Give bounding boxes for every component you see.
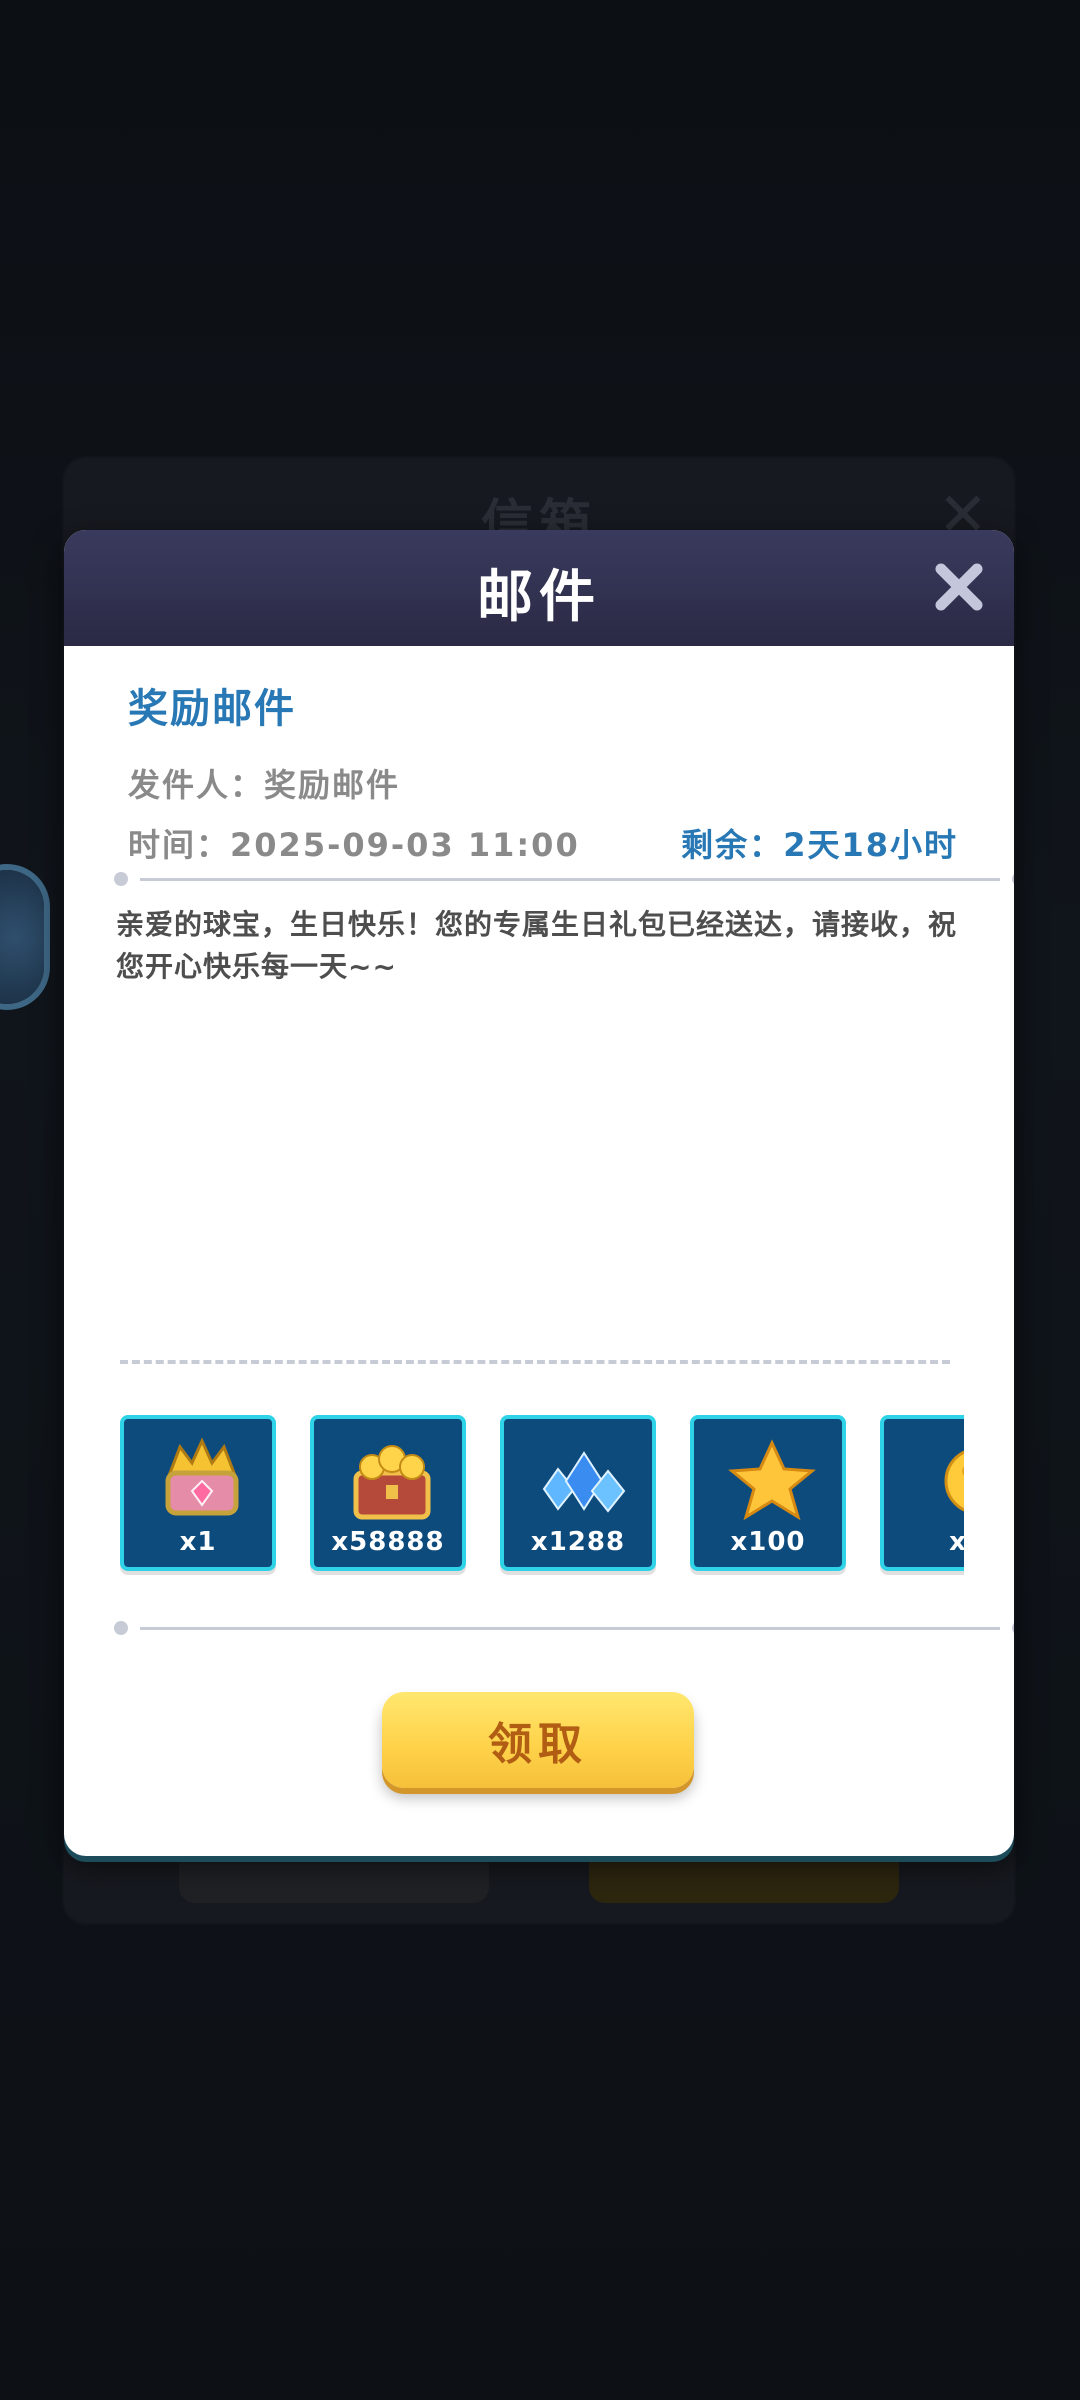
side-avatar-icon [0, 870, 44, 1004]
sender-row: 发件人：奖励邮件 [128, 760, 400, 806]
reward-item[interactable]: x1 [120, 1415, 276, 1571]
claim-button-label: 领取 [488, 1719, 588, 1770]
blue-diamonds-icon [542, 1451, 626, 1513]
golden-crown-chest-icon [165, 1437, 239, 1516]
reward-item[interactable]: x1288 [500, 1415, 656, 1571]
reward-item[interactable]: x [880, 1415, 964, 1571]
close-icon [935, 563, 983, 611]
remain-label: 剩余： [681, 826, 784, 864]
time-value: 2025-09-03 11:00 [230, 826, 580, 864]
gold-star-icon [728, 1439, 816, 1521]
claim-button[interactable]: 领取 [382, 1692, 694, 1788]
rewards-divider [114, 1621, 1014, 1635]
dialog-header: 邮件 [64, 530, 1014, 646]
reward-qty: x [949, 1527, 964, 1557]
remaining-time: 剩余：2天18小时 [681, 820, 958, 866]
time-row: 时间：2025-09-03 11:00 [128, 820, 580, 866]
dialog-title: 邮件 [477, 565, 601, 630]
reward-qty: x1288 [530, 1527, 626, 1557]
mail-subject: 奖励邮件 [128, 686, 296, 732]
rewards-list[interactable]: x1 x58888 x1288 x100 x [120, 1415, 964, 1585]
time-label: 时间： [128, 826, 231, 864]
reward-item[interactable]: x58888 [310, 1415, 466, 1571]
mail-dialog: 邮件 奖励邮件 发件人：奖励邮件 时间：2025-09-03 11:00 剩余：… [64, 530, 1014, 1856]
sender-value: 奖励邮件 [264, 766, 401, 804]
gold-coin-chest-icon [353, 1445, 431, 1520]
reward-qty: x1 [179, 1527, 217, 1557]
close-button[interactable] [924, 552, 994, 622]
mail-body-text: 亲爱的球宝，生日快乐！您的专属生日礼包已经送达，请接收，祝您开心快乐每一天~~ [116, 908, 958, 983]
header-divider [114, 872, 1014, 886]
gold-ball-icon [944, 1450, 964, 1512]
reward-qty: x100 [730, 1527, 806, 1557]
reward-item[interactable]: x100 [690, 1415, 846, 1571]
sender-label: 发件人： [128, 766, 265, 804]
body-dashed-divider [120, 1360, 950, 1364]
remain-value: 2天18小时 [783, 826, 958, 864]
reward-qty: x58888 [331, 1527, 445, 1557]
